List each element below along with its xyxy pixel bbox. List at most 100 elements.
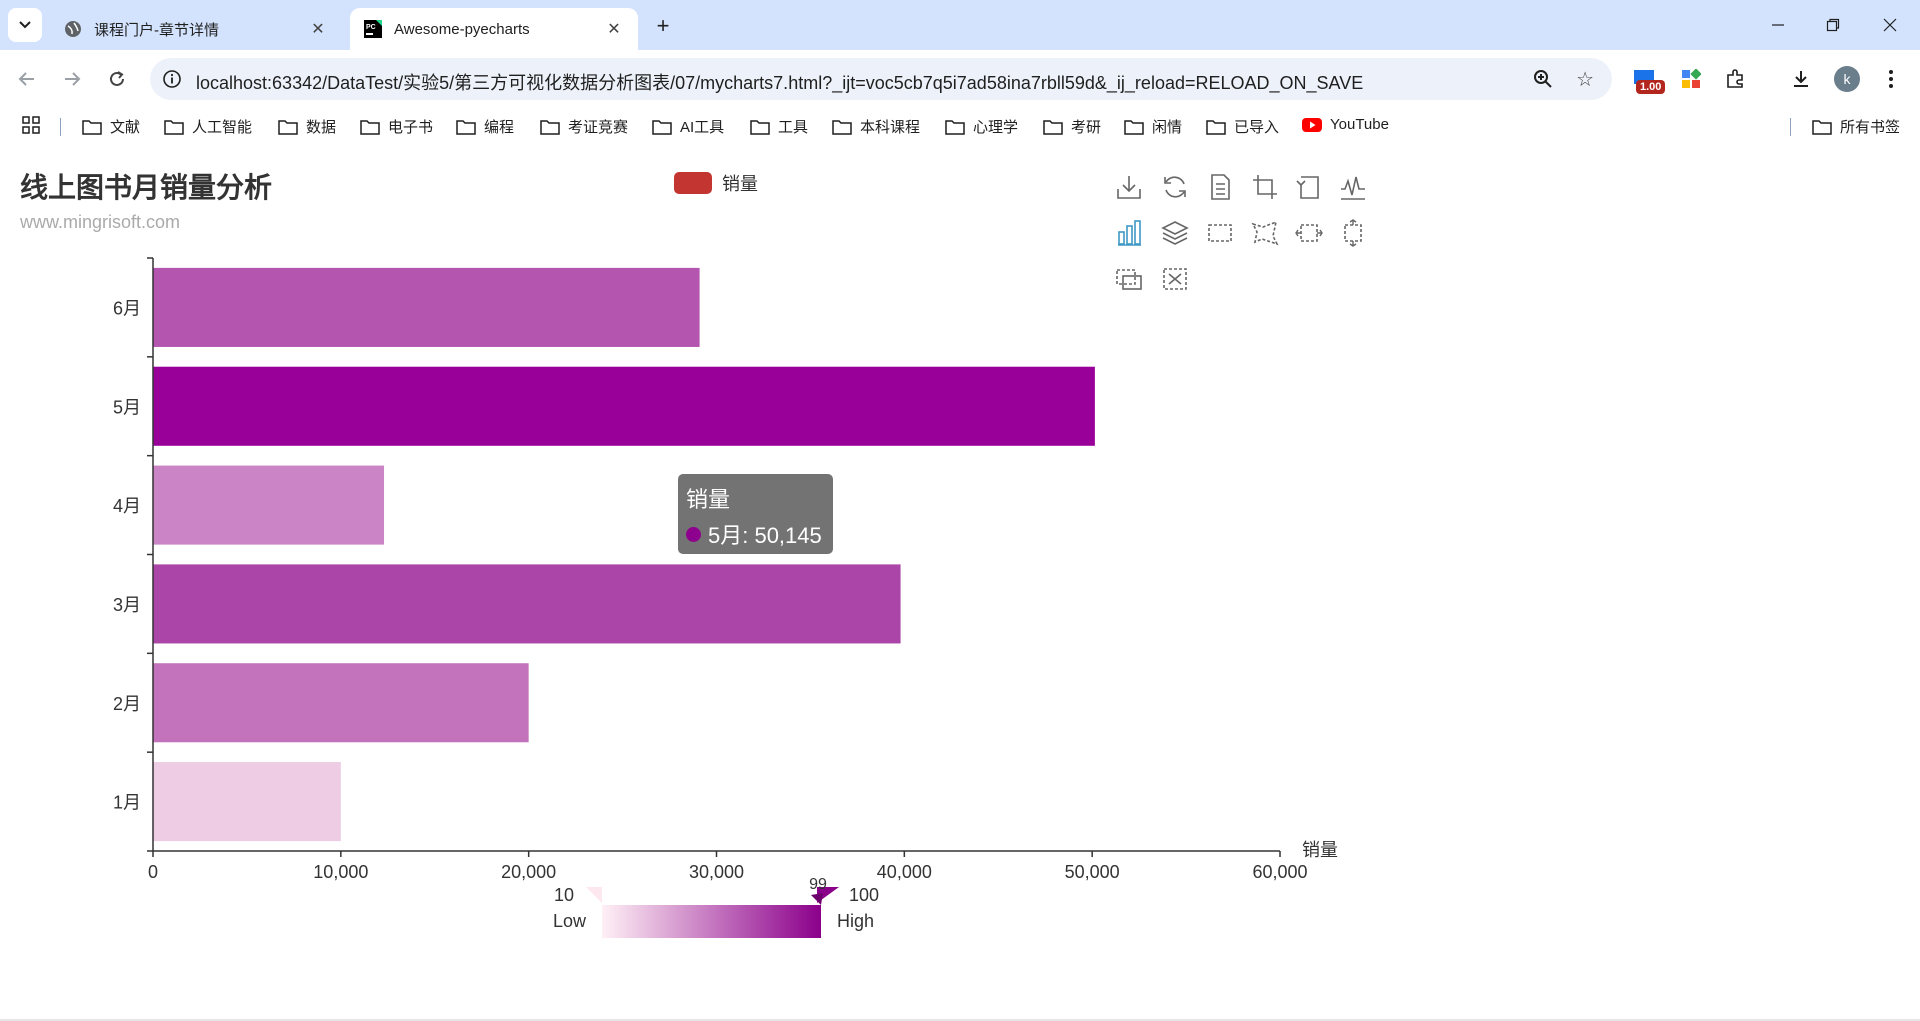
- site-info-icon[interactable]: [162, 69, 182, 89]
- url-text[interactable]: localhost:63342/DataTest/实验5/第三方可视化数据分析图…: [196, 69, 1363, 95]
- x-tick-label: 60,000: [1252, 862, 1307, 882]
- bookmark-label: 编程: [484, 119, 515, 136]
- extension-puzzle-colored[interactable]: [1676, 64, 1706, 94]
- youtube-icon: [1302, 117, 1322, 132]
- bookmark-folder[interactable]: 文献: [82, 116, 140, 137]
- folder-icon: [456, 119, 476, 135]
- puzzle-icon: [1727, 69, 1743, 88]
- globe-icon: [65, 21, 81, 37]
- visualmap-min-label: 10: [554, 885, 574, 905]
- tab-search-button[interactable]: [8, 8, 42, 42]
- bar[interactable]: [153, 465, 385, 545]
- y-tick-label: 3月: [113, 595, 141, 615]
- bookmark-label: 数据: [306, 119, 337, 136]
- y-tick-label: 2月: [113, 694, 141, 714]
- extensions-button[interactable]: [1720, 64, 1750, 94]
- visualmap-max-label: 100: [849, 885, 879, 905]
- bookmarks-separator: [60, 118, 61, 136]
- visualmap-gradient: [602, 905, 821, 938]
- x-tick-label: 30,000: [689, 862, 744, 882]
- tab-title: 课程门户-章节详情: [94, 21, 219, 39]
- bookmark-label: AI工具: [680, 119, 725, 136]
- bookmark-label: 所有书签: [1840, 119, 1901, 136]
- avatar: k: [1834, 66, 1860, 92]
- apps-button[interactable]: [22, 116, 40, 134]
- y-tick-label: 6月: [113, 298, 141, 318]
- reload-icon: [110, 71, 124, 86]
- bookmark-youtube[interactable]: YouTube: [1302, 116, 1389, 133]
- x-tick-label: 20,000: [501, 862, 556, 882]
- bookmark-folder[interactable]: 人工智能: [164, 116, 252, 137]
- visualmap-indicator: [811, 893, 823, 905]
- bookmarks-bar: 文献 人工智能 数据 电子书 编程 考证竞赛 AI工具 工具 本科课程 心理学 考研 闲情 已导入 You…: [0, 108, 1920, 144]
- tab-strip: 课程门户-章节详情 ✕ PC Awesome-pyecharts ✕ +: [0, 0, 1920, 50]
- bookmark-folder[interactable]: 考证竞赛: [540, 116, 628, 137]
- bar[interactable]: [153, 762, 341, 842]
- all-bookmarks-folder[interactable]: 所有书签: [1812, 116, 1900, 137]
- folder-icon: [832, 119, 852, 135]
- bookmark-folder[interactable]: 电子书: [360, 116, 433, 137]
- bar[interactable]: [153, 663, 529, 743]
- bookmark-label: 文献: [110, 119, 141, 136]
- bookmark-label: 本科课程: [860, 119, 921, 136]
- folder-icon: [1812, 119, 1832, 135]
- bookmark-label: 考研: [1071, 119, 1102, 136]
- bookmark-label: YouTube: [1330, 116, 1389, 133]
- close-icon[interactable]: ✕: [604, 19, 624, 39]
- minimize-icon: [1772, 24, 1784, 26]
- bookmark-folder[interactable]: 闲情: [1124, 116, 1182, 137]
- tooltip-value: 5月: 50,145: [708, 523, 822, 548]
- folder-icon: [278, 119, 298, 135]
- y-tick-label: 4月: [113, 496, 141, 516]
- bookmark-folder[interactable]: 工具: [750, 116, 808, 137]
- chevron-down-icon: [19, 21, 31, 29]
- bookmark-folder[interactable]: 编程: [456, 116, 514, 137]
- new-tab-button[interactable]: +: [650, 13, 676, 39]
- address-bar[interactable]: localhost:63342/DataTest/实验5/第三方可视化数据分析图…: [150, 58, 1612, 100]
- bar[interactable]: [153, 564, 901, 644]
- forward-button[interactable]: [55, 62, 89, 96]
- bookmark-folder[interactable]: 数据: [278, 116, 336, 137]
- bookmark-label: 心理学: [973, 119, 1019, 136]
- profile-button[interactable]: k: [1832, 64, 1862, 94]
- menu-button[interactable]: [1876, 64, 1906, 94]
- tab-awesome-pyecharts[interactable]: PC Awesome-pyecharts ✕: [350, 8, 638, 50]
- x-tick-label: 50,000: [1065, 862, 1120, 882]
- pycharm-icon: PC: [364, 20, 382, 38]
- back-button[interactable]: [10, 62, 44, 96]
- chart-page: 线上图书月销量分析 www.mingrisoft.com 销量 1月 2月 3月 4月…: [0, 144, 1920, 1021]
- zoom-icon[interactable]: [1532, 68, 1554, 90]
- visualmap-low-handle[interactable]: [586, 887, 602, 903]
- bookmark-folder[interactable]: 已导入: [1206, 116, 1279, 137]
- apps-grid-icon: [22, 116, 40, 134]
- bookmark-star-icon[interactable]: ☆: [1576, 67, 1594, 92]
- bookmarks-separator: [1790, 118, 1791, 136]
- bookmark-label: 人工智能: [192, 119, 253, 136]
- restore-button[interactable]: [1813, 10, 1853, 40]
- bar[interactable]: [153, 366, 1095, 446]
- x-tick-label: 10,000: [313, 862, 368, 882]
- visualmap-high-text: High: [837, 911, 874, 931]
- folder-icon: [82, 119, 102, 135]
- folder-icon: [360, 119, 380, 135]
- reload-button[interactable]: [100, 62, 134, 96]
- tab-course-portal[interactable]: 课程门户-章节详情 ✕: [50, 8, 342, 50]
- folder-icon: [945, 119, 965, 135]
- tab-title: Awesome-pyecharts: [394, 20, 530, 38]
- bar[interactable]: [153, 267, 700, 347]
- bookmark-folder[interactable]: 心理学: [945, 116, 1018, 137]
- close-window-button[interactable]: [1870, 10, 1910, 40]
- bookmark-folder[interactable]: 考研: [1043, 116, 1101, 137]
- bar-chart: 1月 2月 3月 4月 5月 6月 0 10,000 20,000 30,000 40,000 50,…: [113, 257, 1338, 938]
- extension-badge: 1.00: [1636, 80, 1666, 94]
- extension-cast[interactable]: 1.00: [1628, 64, 1666, 94]
- y-tick-label: 5月: [113, 397, 141, 417]
- x-tick-label: 0: [148, 862, 158, 882]
- minimize-button[interactable]: [1758, 10, 1798, 40]
- close-icon[interactable]: ✕: [308, 19, 328, 39]
- bookmark-folder[interactable]: 本科课程: [832, 116, 920, 137]
- arrow-right-icon: [65, 72, 81, 86]
- folder-icon: [1206, 119, 1226, 135]
- bookmark-folder[interactable]: AI工具: [652, 116, 724, 137]
- downloads-button[interactable]: [1786, 64, 1816, 94]
